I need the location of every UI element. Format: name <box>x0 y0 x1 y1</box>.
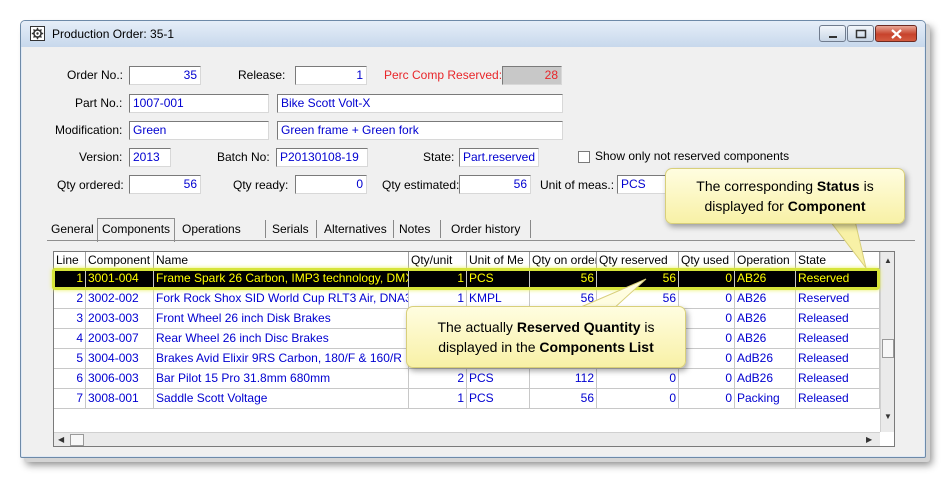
reserved-callout-text: The actually <box>437 319 517 335</box>
reserved-callout-bold: Reserved Quantity <box>516 319 641 335</box>
status-callout-bold: Status <box>816 178 860 194</box>
reserved-callout-bold: Components List <box>539 339 654 355</box>
status-callout: The corresponding Status is displayed fo… <box>665 168 905 224</box>
callout-pointers <box>573 207 867 311</box>
status-callout-text: The corresponding <box>696 178 817 194</box>
status-callout-bold: Component <box>787 198 866 214</box>
reserved-quantity-callout: The actually Reserved Quantity is displa… <box>406 306 686 368</box>
